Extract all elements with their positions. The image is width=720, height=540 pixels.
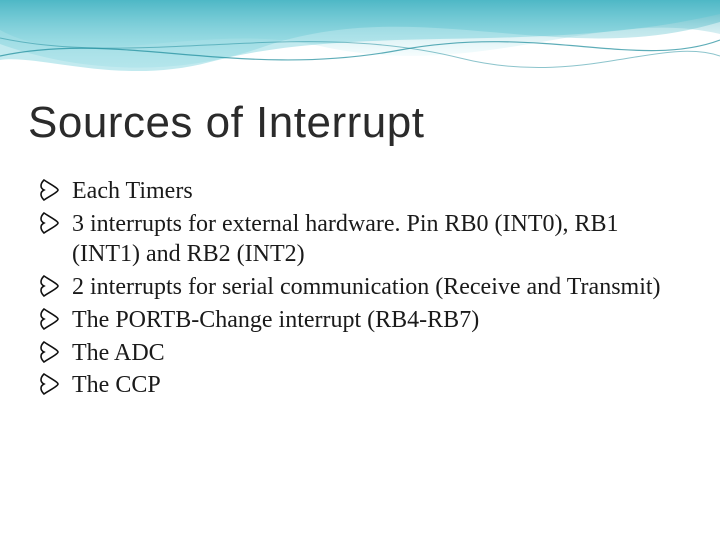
bullet-text: The CCP xyxy=(72,372,161,398)
list-item: 3 interrupts for external hardware. Pin … xyxy=(38,209,680,270)
bullet-icon xyxy=(38,178,62,202)
bullet-icon xyxy=(38,211,62,235)
bullet-icon xyxy=(38,274,62,298)
bullet-icon xyxy=(38,340,62,364)
bullet-text: 3 interrupts for external hardware. Pin … xyxy=(72,211,619,268)
slide-body: Each Timers 3 interrupts for external ha… xyxy=(38,176,680,403)
slide: Sources of Interrupt Each Timers 3 inter… xyxy=(0,0,720,540)
slide-title: Sources of Interrupt xyxy=(28,98,424,148)
bullet-text: The ADC xyxy=(72,340,165,366)
bullet-icon xyxy=(38,307,62,331)
bullet-text: Each Timers xyxy=(72,178,193,204)
list-item: The ADC xyxy=(38,338,680,369)
wave-decoration xyxy=(0,0,720,110)
bullet-text: The PORTB-Change interrupt (RB4-RB7) xyxy=(72,307,479,333)
bullet-text: 2 interrupts for serial communication (R… xyxy=(72,274,661,300)
list-item: 2 interrupts for serial communication (R… xyxy=(38,272,680,303)
list-item: The CCP xyxy=(38,370,680,401)
list-item: The PORTB-Change interrupt (RB4-RB7) xyxy=(38,305,680,336)
list-item: Each Timers xyxy=(38,176,680,207)
bullet-icon xyxy=(38,372,62,396)
